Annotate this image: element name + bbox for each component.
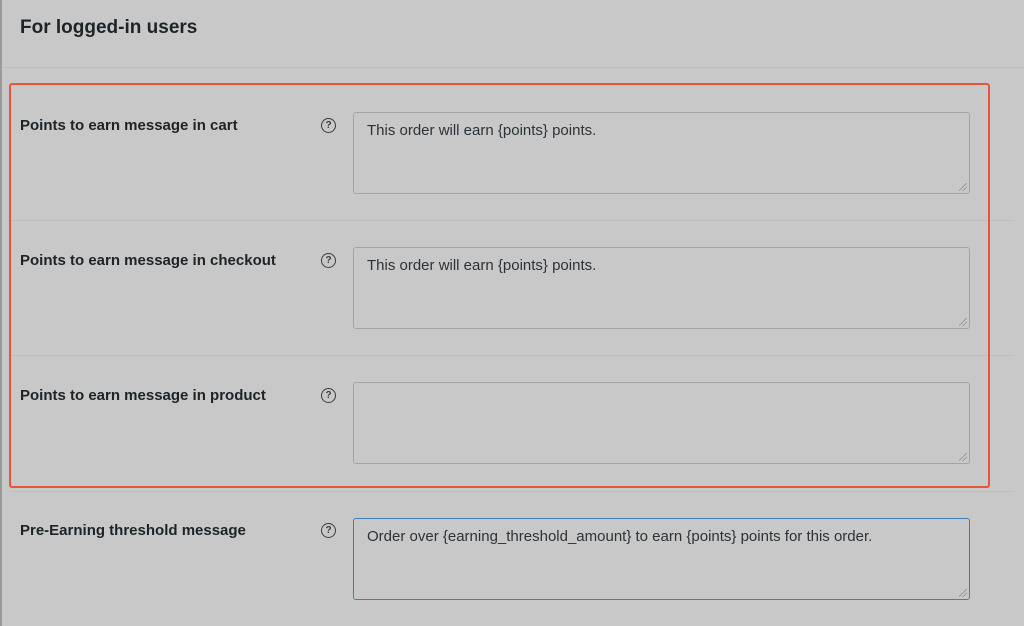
checkout-message-text: This order will earn {points} points. — [367, 257, 597, 274]
resize-handle-icon[interactable] — [959, 453, 967, 461]
row-divider — [10, 220, 1014, 221]
cart-message-textarea[interactable]: This order will earn {points} points. — [353, 112, 970, 194]
question-circle-icon[interactable]: ? — [321, 388, 336, 403]
threshold-message-text: Order over {earning_threshold_amount} to… — [367, 528, 873, 545]
threshold-message-textarea[interactable]: Order over {earning_threshold_amount} to… — [353, 518, 970, 600]
question-circle-icon[interactable]: ? — [321, 253, 336, 268]
resize-handle-icon[interactable] — [959, 318, 967, 326]
section-divider — [2, 67, 1024, 68]
field-label-product: Points to earn message in product — [20, 387, 266, 404]
section-title: For logged-in users — [20, 17, 198, 38]
checkout-message-textarea[interactable]: This order will earn {points} points. — [353, 247, 970, 329]
resize-handle-icon[interactable] — [959, 183, 967, 191]
product-message-textarea[interactable] — [353, 382, 970, 464]
page-left-border — [0, 0, 2, 626]
field-label-checkout: Points to earn message in checkout — [20, 252, 276, 269]
row-divider — [10, 491, 1014, 492]
resize-handle-icon[interactable] — [959, 589, 967, 597]
row-divider — [10, 355, 1014, 356]
field-label-cart: Points to earn message in cart — [20, 117, 238, 134]
question-circle-icon[interactable]: ? — [321, 523, 336, 538]
question-circle-icon[interactable]: ? — [321, 118, 336, 133]
cart-message-text: This order will earn {points} points. — [367, 122, 597, 139]
field-label-threshold: Pre-Earning threshold message — [20, 522, 246, 539]
